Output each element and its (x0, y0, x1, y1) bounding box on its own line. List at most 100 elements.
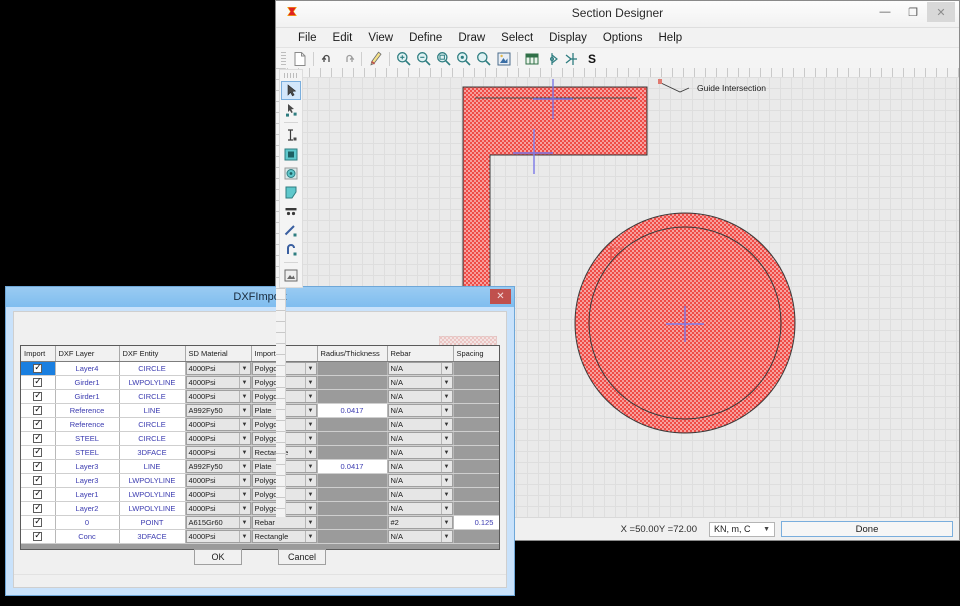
dxf-entity-cell[interactable]: LWPOLYLINE (119, 474, 185, 488)
sd-material-cell[interactable]: A992Fy50▼ (185, 460, 251, 474)
zoom-in-icon[interactable] (394, 49, 413, 68)
sd-material-cell[interactable]: A992Fy50▼ (185, 404, 251, 418)
import-checkbox-cell[interactable] (21, 474, 55, 488)
sd-material-cell[interactable]: 4000Psi▼ (185, 488, 251, 502)
sd-material-select[interactable]: 4000Psi▼ (186, 502, 251, 515)
sd-material-select[interactable]: 4000Psi▼ (186, 446, 251, 459)
import-checkbox-cell[interactable] (21, 362, 55, 376)
rebar-select[interactable]: N/A▼ (388, 432, 453, 445)
col-rebar[interactable]: Rebar (387, 346, 453, 362)
sd-material-select[interactable]: 4000Psi▼ (186, 530, 251, 543)
circle-shape-icon[interactable] (281, 164, 301, 183)
dxf-entity-cell[interactable]: LWPOLYLINE (119, 376, 185, 390)
menu-file[interactable]: File (290, 30, 325, 46)
sd-material-cell[interactable]: 4000Psi▼ (185, 432, 251, 446)
import-checkbox[interactable] (21, 418, 55, 431)
rebar-select[interactable]: #2▼ (388, 516, 453, 529)
dxf-layer-cell[interactable]: STEEL (55, 446, 119, 460)
rebar-cell[interactable]: N/A▼ (387, 362, 453, 376)
new-document-icon[interactable] (290, 49, 309, 68)
rebar-select[interactable]: N/A▼ (388, 446, 453, 459)
dxf-entity-cell[interactable]: CIRCLE (119, 390, 185, 404)
line-icon[interactable] (281, 221, 301, 240)
import-as-cell[interactable]: Rebar▼ (251, 516, 317, 530)
rebar-cell[interactable]: N/A▼ (387, 404, 453, 418)
rebar-select[interactable]: N/A▼ (388, 488, 453, 501)
spacing-input[interactable]: 0.125 (454, 516, 501, 529)
rebar-cell[interactable]: #2▼ (387, 516, 453, 530)
table-row[interactable]: Girder1LWPOLYLINE4000Psi▼Polygon▼N/A▼ (21, 376, 500, 390)
import-checkbox[interactable] (21, 516, 55, 529)
menu-select[interactable]: Select (493, 30, 541, 46)
rebar-cell[interactable]: N/A▼ (387, 530, 453, 544)
import-checkbox[interactable] (21, 460, 55, 473)
ok-button[interactable]: OK (194, 549, 242, 565)
refresh-view-icon[interactable] (494, 49, 513, 68)
dxf-layer-cell[interactable]: Layer3 (55, 474, 119, 488)
import-checkbox[interactable] (21, 446, 55, 459)
sd-material-cell[interactable]: 4000Psi▼ (185, 502, 251, 516)
sd-material-select[interactable]: 4000Psi▼ (186, 474, 251, 487)
sd-material-select[interactable]: A992Fy50▼ (186, 404, 251, 417)
rebar-select[interactable]: N/A▼ (388, 390, 453, 403)
dxf-layer-cell[interactable]: Conc (55, 530, 119, 544)
sd-material-cell[interactable]: 4000Psi▼ (185, 376, 251, 390)
table-row[interactable]: STEELCIRCLE4000Psi▼Polygon▼N/A▼ (21, 432, 500, 446)
import-checkbox-cell[interactable] (21, 446, 55, 460)
import-checkbox[interactable] (21, 376, 55, 389)
dxf-entity-cell[interactable]: POINT (119, 516, 185, 530)
import-checkbox[interactable] (21, 502, 55, 515)
dxf-entities-grid[interactable]: Import DXF Layer DXF Entity SD Material … (20, 345, 500, 550)
rebar-select[interactable]: N/A▼ (388, 460, 453, 473)
table-row[interactable]: Layer1LWPOLYLINE4000Psi▼Polygon▼N/A▼ (21, 488, 500, 502)
cancel-button[interactable]: Cancel (278, 549, 326, 565)
dxf-entity-cell[interactable]: LWPOLYLINE (119, 488, 185, 502)
import-checkbox-cell[interactable] (21, 418, 55, 432)
import-checkbox-cell[interactable] (21, 376, 55, 390)
radius-thickness-input[interactable]: 0.0417 (318, 460, 387, 473)
table-row[interactable]: 0POINTA615Gr60▼Rebar▼ #2▼0.125 (21, 516, 500, 530)
undo-icon[interactable] (318, 49, 337, 68)
table-row[interactable]: STEEL3DFACE4000Psi▼Rectangle▼N/A▼ (21, 446, 500, 460)
sd-material-cell[interactable]: 4000Psi▼ (185, 418, 251, 432)
radius-thickness-input[interactable]: 0.0417 (318, 404, 387, 417)
sd-material-select[interactable]: 4000Psi▼ (186, 488, 251, 501)
grid-icon[interactable] (522, 49, 541, 68)
toolbar-grip[interactable] (281, 52, 286, 66)
rebar-select[interactable]: N/A▼ (388, 404, 453, 417)
sd-material-select[interactable]: 4000Psi▼ (186, 362, 251, 375)
import-checkbox[interactable] (21, 390, 55, 403)
table-row[interactable]: Layer3LINEA992Fy50▼Plate▼0.0417N/A▼ (21, 460, 500, 474)
menu-edit[interactable]: Edit (325, 30, 361, 46)
rebar-select[interactable]: N/A▼ (388, 502, 453, 515)
pointer-select-icon[interactable] (281, 81, 301, 100)
dxf-layer-cell[interactable]: Girder1 (55, 376, 119, 390)
sd-material-cell[interactable]: 4000Psi▼ (185, 446, 251, 460)
rebar-select[interactable]: N/A▼ (388, 376, 453, 389)
close-button[interactable]: ✕ (927, 2, 955, 22)
col-dxf-entity[interactable]: DXF Entity (119, 346, 185, 362)
dxf-layer-cell[interactable]: Girder1 (55, 390, 119, 404)
rebar-cell[interactable]: N/A▼ (387, 376, 453, 390)
col-import[interactable]: Import (21, 346, 55, 362)
col-radius-thickness[interactable]: Radius/Thickness (317, 346, 387, 362)
import-checkbox-cell[interactable] (21, 488, 55, 502)
import-as-select[interactable]: Rectangle▼ (252, 530, 317, 543)
dxf-layer-cell[interactable]: 0 (55, 516, 119, 530)
zoom-out-icon[interactable] (414, 49, 433, 68)
dxf-layer-cell[interactable]: Layer1 (55, 488, 119, 502)
dxf-entity-cell[interactable]: CIRCLE (119, 362, 185, 376)
sd-material-cell[interactable]: 4000Psi▼ (185, 390, 251, 404)
axis-icon[interactable] (562, 49, 581, 68)
col-spacing[interactable]: Spacing (453, 346, 500, 362)
table-row[interactable]: Layer2LWPOLYLINE4000Psi▼Polygon▼N/A▼ (21, 502, 500, 516)
import-checkbox[interactable] (21, 432, 55, 445)
sd-material-cell[interactable]: A615Gr60▼ (185, 516, 251, 530)
import-as-cell[interactable]: Rectangle▼ (251, 530, 317, 544)
import-checkbox-cell[interactable] (21, 460, 55, 474)
menu-help[interactable]: Help (651, 30, 691, 46)
dxf-layer-cell[interactable]: Reference (55, 418, 119, 432)
menu-define[interactable]: Define (401, 30, 450, 46)
done-button[interactable]: Done (781, 521, 953, 537)
dxf-entity-cell[interactable]: LWPOLYLINE (119, 502, 185, 516)
